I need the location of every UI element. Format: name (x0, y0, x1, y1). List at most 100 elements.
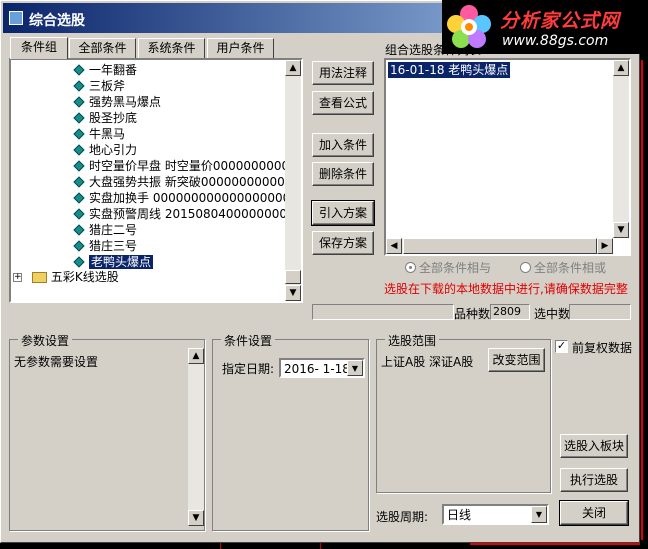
tree-item[interactable]: 大盘强势共振 新突破00000000000000 (73, 174, 301, 190)
params-group-title: 参数设置 (18, 332, 73, 349)
fq-label: 前复权数据 (572, 341, 633, 355)
condition-icon (73, 256, 85, 268)
condition-icon (73, 240, 85, 252)
scroll-right-icon[interactable]: ▶ (597, 238, 613, 254)
condition-group-title: 条件设置 (221, 332, 276, 349)
add-condition-button[interactable]: 加入条件 (312, 133, 374, 157)
usage-notes-button[interactable]: 用法注释 (312, 61, 374, 85)
selected-value (569, 304, 631, 320)
tree-item[interactable]: 股圣抄底 (73, 110, 137, 126)
tree-item[interactable]: 时空量价早盘 时空量价000000000000 (73, 158, 303, 174)
count-value: 2809 (490, 304, 530, 320)
period-select[interactable]: 日线 ▼ (442, 504, 549, 525)
combined-list-vscroll[interactable]: ▲ ▼ (613, 60, 629, 238)
tree-item-label: 强势黑马爆点 (89, 95, 162, 109)
tree-item[interactable]: 猎庄二号 (73, 222, 137, 238)
tree-item-label: 一年翻番 (89, 63, 138, 77)
tab-label: 条件组 (20, 40, 57, 54)
tree-item-label: 时空量价早盘 时空量价000000000000 (89, 159, 303, 173)
change-range-button[interactable]: 改变范围 (488, 348, 545, 372)
tree-item-label: 实盘加换手 000000000000000000 (89, 191, 291, 205)
params-group: 参数设置 无参数需要设置 ▲ ▼ (9, 332, 205, 531)
tree-item[interactable]: 强势黑马爆点 (73, 94, 161, 110)
params-text: 无参数需要设置 (14, 355, 99, 369)
date-picker[interactable]: 2016- 1-18 ▼ (279, 358, 365, 378)
tree-item-label: 老鸭头爆点 (89, 255, 154, 269)
combined-condition-list[interactable]: 16-01-18 老鸭头爆点 ▲ ▼ ◀ ▶ (384, 58, 631, 256)
flower-logo-icon (447, 5, 491, 48)
tab-label: 系统条件 (147, 41, 196, 55)
range-group-title: 选股范围 (385, 332, 440, 349)
scroll-down-icon[interactable]: ▼ (188, 510, 204, 526)
scroll-thumb[interactable] (403, 238, 597, 254)
condition-icon (73, 128, 85, 140)
tree-item[interactable]: 牛黑马 (73, 126, 125, 142)
combined-list-hscroll[interactable]: ◀ ▶ (386, 238, 613, 254)
combined-list-item[interactable]: 16-01-18 老鸭头爆点 (388, 62, 511, 78)
condition-icon (73, 208, 85, 220)
site-logo: 分析家公式网 www.88gs.com (442, 0, 648, 54)
save-scheme-button[interactable]: 保存方案 (312, 231, 374, 255)
logo-name: 分析家公式网 (500, 10, 621, 32)
background-chart-line (470, 543, 640, 545)
radio-dot (520, 262, 531, 273)
scroll-up-icon[interactable]: ▲ (285, 60, 301, 76)
chevron-down-icon[interactable]: ▼ (347, 360, 363, 376)
fq-checkbox[interactable]: ✓ (555, 340, 568, 353)
logic-or-radio[interactable]: 全部条件相或 (520, 259, 606, 276)
period-value: 日线 (447, 508, 472, 522)
condition-icon (73, 192, 85, 204)
scroll-down-icon[interactable]: ▼ (613, 222, 629, 238)
tree-item-label: 猎庄二号 (89, 223, 138, 237)
radio-label: 全部条件相与 (419, 261, 492, 275)
tree-item[interactable]: 实盘预警周线 2015080400000000000 (73, 206, 301, 222)
to-block-button[interactable]: 选股入板块 (560, 434, 628, 458)
period-label: 选股周期: (376, 510, 429, 524)
delete-condition-button[interactable]: 删除条件 (312, 162, 374, 186)
radio-label: 全部条件相或 (534, 261, 607, 275)
tree-scrollbar[interactable]: ▲ ▼ (285, 60, 301, 301)
tab-condition-group[interactable]: 条件组 (10, 37, 68, 59)
selected-label: 选中数 (534, 307, 571, 321)
scroll-thumb[interactable] (285, 270, 301, 284)
tree-item[interactable]: 一年翻番 (73, 62, 137, 78)
condition-icon (73, 112, 85, 124)
import-scheme-button[interactable]: 引入方案 (312, 201, 374, 225)
tree-folder-wucai[interactable]: + 五彩K线选股 (13, 269, 119, 285)
range-text: 上证A股 深证A股 (381, 355, 474, 369)
tree-item[interactable]: 三板斧 (73, 78, 125, 94)
tree-item[interactable]: 猎庄三号 (73, 238, 137, 254)
condition-icon (73, 144, 85, 156)
close-button[interactable]: 关闭 (560, 501, 628, 525)
tree-item-label: 三板斧 (89, 79, 126, 93)
app-icon (9, 11, 23, 25)
tree-item-label: 牛黑马 (89, 127, 126, 141)
folder-label: 五彩K线选股 (50, 270, 119, 284)
scroll-up-icon[interactable]: ▲ (188, 348, 204, 364)
tab-system-conditions[interactable]: 系统条件 (138, 38, 205, 58)
range-group: 选股范围 上证A股 深证A股 改变范围 (376, 332, 551, 493)
scroll-up-icon[interactable]: ▲ (613, 60, 629, 76)
condition-tree[interactable]: 一年翻番三板斧强势黑马爆点 股圣抄底 牛黑马地心引力时空量价早盘 时空量价00000… (9, 58, 303, 303)
tab-all-conditions[interactable]: 全部条件 (69, 38, 136, 58)
logic-and-radio[interactable]: 全部条件相与 (405, 259, 491, 276)
condition-icon (73, 176, 85, 188)
tree-item[interactable]: 老鸭头爆点 (73, 254, 154, 270)
stock-screener-window: 综合选股 条件组 全部条件 系统条件 用户条件 一年翻番 三板斧 强势黑马爆点 股圣抄… (0, 0, 640, 543)
tree-item[interactable]: 地心引力 (73, 142, 137, 158)
condition-icon (73, 80, 85, 92)
date-label: 指定日期: (222, 362, 275, 376)
tab-user-conditions[interactable]: 用户条件 (207, 38, 274, 58)
scroll-down-icon[interactable]: ▼ (285, 285, 301, 301)
background-grid-line (320, 543, 321, 549)
tree-item[interactable]: 实盘加换手 000000000000000000 (73, 190, 290, 206)
condition-icon (73, 64, 85, 76)
expand-icon[interactable]: + (13, 273, 22, 282)
chevron-down-icon[interactable]: ▼ (531, 506, 547, 523)
scroll-left-icon[interactable]: ◀ (386, 238, 402, 254)
tree-item-label: 地心引力 (89, 143, 138, 157)
run-screen-button[interactable]: 执行选股 (560, 468, 628, 492)
params-scrollbar[interactable]: ▲ ▼ (188, 348, 204, 526)
condition-group: 条件设置 指定日期: 2016- 1-18 ▼ (212, 332, 369, 531)
view-formula-button[interactable]: 查看公式 (312, 91, 374, 115)
